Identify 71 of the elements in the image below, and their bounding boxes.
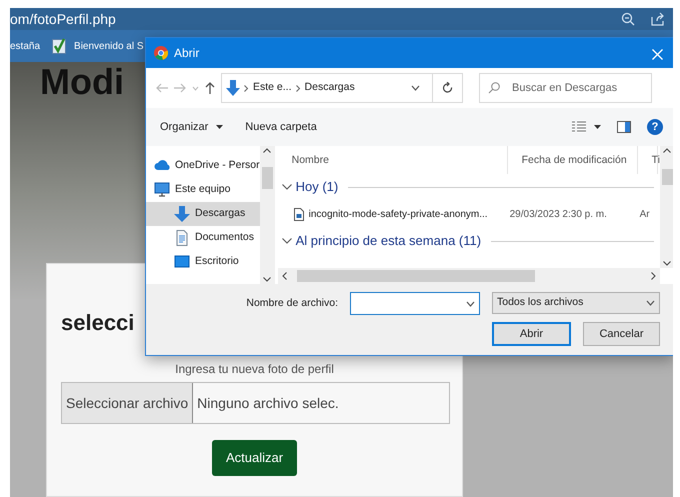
desktop-icon [174,254,190,270]
close-icon [652,48,663,60]
cancel-button[interactable]: Cancelar [583,322,660,346]
view-options-icon[interactable] [572,121,586,133]
file-type: Ar [640,208,651,222]
group-header[interactable]: Al principio de esta semana (11) [296,231,482,251]
scrollbar-thumb[interactable] [262,167,273,189]
url-text[interactable]: om/fotoPerfil.php [10,8,116,30]
dialog-title: Abrir [174,45,200,62]
chevron-down-icon[interactable] [282,238,292,244]
image-file-icon [294,208,304,220]
up-arrow-icon[interactable] [205,82,215,94]
column-header[interactable]: Fecha de modificación [508,146,638,174]
file-input[interactable]: Seleccionar archivo Ninguno archivo selec. [61,382,450,424]
refresh-icon[interactable] [442,82,452,94]
filename-label: Nombre de archivo: [245,296,338,311]
chevron-icon [244,84,249,92]
download-icon [226,80,240,96]
scroll-down-icon[interactable] [663,261,672,266]
download-icon [174,206,190,222]
bookmark-link[interactable]: Bienvenido al S [74,38,144,54]
address-bar[interactable]: Este e... Descargas [221,73,463,103]
card-heading: selecci [61,310,136,336]
share-icon[interactable] [651,12,665,26]
caret-icon[interactable] [594,125,601,129]
search-field[interactable]: Buscar en Descargas [510,78,640,98]
scroll-left-icon[interactable] [282,272,287,280]
nav-item[interactable]: Descargas [146,202,260,226]
scroll-up-icon[interactable] [663,148,672,153]
search-box[interactable]: Buscar en Descargas [479,73,652,103]
chevron-down-icon[interactable] [282,184,292,190]
file-type-select[interactable]: Todos los archivos [492,292,660,314]
scroll-down-icon[interactable] [263,277,272,282]
browser-icon [154,46,168,60]
caret-icon [216,125,224,129]
organize-button[interactable]: Organizar [160,118,224,136]
breadcrumb-item[interactable]: Descargas [304,80,355,96]
nav-item[interactable]: Este equipo [146,178,260,202]
scroll-up-icon[interactable] [263,148,272,153]
group-header[interactable]: Hoy (1) [296,177,338,197]
chevron-icon [296,84,301,92]
document-icon [174,230,190,246]
column-header[interactable]: Ti [638,146,658,174]
new-folder-button[interactable]: Nueva carpeta [245,118,317,136]
nav-item[interactable]: Escritorio [146,250,260,274]
search-icon [488,82,500,94]
scrollbar-thumb[interactable] [296,270,535,282]
open-button[interactable]: Abrir [492,322,571,346]
preview-pane-icon[interactable] [617,121,631,133]
dropdown-icon[interactable] [411,85,420,91]
breadcrumb-item[interactable]: Este e... [253,80,292,96]
bookmark-link[interactable]: estaña [10,38,40,54]
choose-file-button[interactable]: Seleccionar archivo [62,383,194,424]
file-name[interactable]: incognito-mode-safety-private-anonym... [308,206,488,222]
filename-field[interactable] [350,292,480,315]
dropdown-icon [646,300,655,306]
field-label: Ingresa tu nueva foto de perfil [174,361,335,378]
dropdown-icon[interactable] [466,300,475,306]
zoom-icon[interactable] [621,12,635,26]
update-button[interactable]: Actualizar [212,440,298,476]
nav-item[interactable]: Documentos [146,226,260,250]
scroll-right-icon[interactable] [650,272,656,280]
scrollbar-thumb[interactable] [662,169,673,185]
nav-item[interactable]: OneDrive - Persor [146,154,260,178]
help-button[interactable]: ? [647,119,663,135]
column-header[interactable]: Nombre [278,146,508,174]
page-heading: Modi [40,64,124,100]
file-status-text: Ninguno archivo selec. [196,394,339,413]
computer-icon [154,182,170,198]
file-date: 29/03/2023 2:30 p. m. [510,208,608,222]
checkmark-icon [52,38,66,54]
